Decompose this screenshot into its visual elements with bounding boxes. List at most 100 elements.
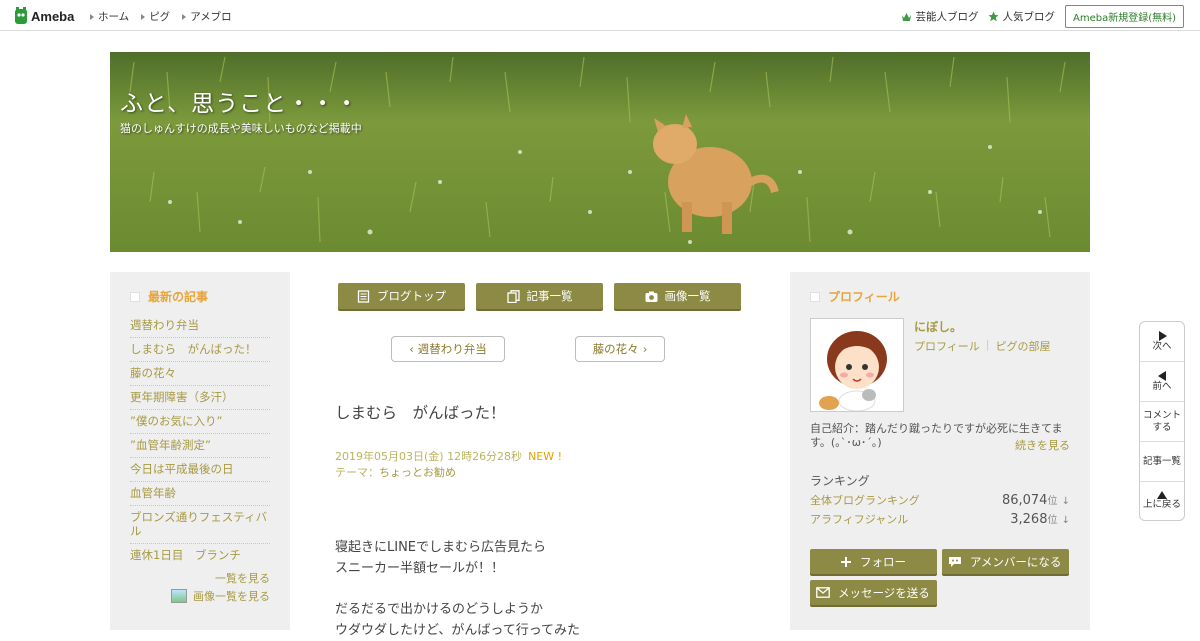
top-right-links: 芸能人ブログ 人気ブログ Ameba新規登録(無料) (901, 5, 1184, 28)
header-banner-image[interactable] (110, 52, 1090, 252)
list-item[interactable]: 更年期障害（多汗） (130, 386, 270, 410)
profile-name[interactable]: にぼし。 (914, 318, 962, 335)
pigg-room-link[interactable]: ピグの部屋 (996, 338, 1051, 354)
entry-date-text: 2019年05月03日(金) 12時26分28秒 (335, 450, 522, 463)
image-list-button[interactable]: 画像一覧 (614, 283, 741, 309)
logo-text: Ameba (31, 9, 74, 24)
body-line: スニーカー半額セールが！！ (335, 559, 580, 580)
top-nav: ホーム ピグ アメブロ (90, 9, 232, 24)
become-member-button[interactable]: アメンバーになる (942, 549, 1069, 574)
read-more-link[interactable]: 続きを見る (1015, 437, 1070, 453)
prev-article-link[interactable]: ‹ 週替わり弁当 (391, 336, 505, 362)
entry-title[interactable]: しまむら がんばった！ (335, 401, 506, 423)
float-next-label: 次へ (1152, 341, 1171, 353)
float-back-to-top-button[interactable]: 上に戻る (1140, 482, 1184, 520)
entry-theme: テーマ：ちょっとお勧め (335, 464, 456, 480)
recent-heading-text: 最新の記事 (148, 288, 208, 305)
body-line: 寝起きにLINEでしまむら広告見たら (335, 538, 580, 559)
image-list-label: 画像一覧 (665, 288, 711, 304)
blog-title[interactable]: ふと、思うこと・・・ (120, 84, 359, 118)
ranking-row-genre: アラフィフジャンル 3,268位 ↓ (810, 511, 1070, 527)
entry-body: 寝起きにLINEでしまむら広告見たら スニーカー半額セールが！！ だるだるで出か… (335, 538, 580, 641)
float-next-button[interactable]: 次へ (1140, 322, 1184, 362)
crown-icon (901, 12, 912, 22)
celebrity-blog-link[interactable]: 芸能人ブログ (901, 9, 978, 24)
float-article-list-label: 記事一覧 (1143, 456, 1181, 468)
next-article-link[interactable]: 藤の花々 › (575, 336, 665, 362)
ameba-logo[interactable]: Ameba (14, 7, 74, 25)
image-icon (171, 589, 187, 603)
list-item[interactable]: しまむら がんばった！ (130, 338, 270, 362)
new-badge: NEW ! (528, 450, 562, 463)
list-item[interactable]: 今日は平成最後の日 (130, 458, 270, 482)
avatar-illustration (811, 319, 903, 411)
body-line: ウダウダしたけど、がんばって行ってみた (335, 621, 580, 641)
chevron-right-icon: › (643, 342, 648, 356)
nav-ameblo[interactable]: アメブロ (182, 9, 231, 24)
profile-box: プロフィール にぼし。 プロフィール | ピグの部屋 自己紹介：踏んだり蹴ったり… (790, 272, 1090, 630)
list-item[interactable]: 連休1日目 ブランチ (130, 544, 270, 567)
theme-link[interactable]: ちょっとお勧め (379, 466, 456, 479)
ranking-number: 86,074 (1002, 493, 1048, 508)
envelope-icon (816, 587, 830, 598)
nav-home-label: ホーム (98, 9, 129, 24)
avatar[interactable] (810, 318, 904, 412)
nav-home[interactable]: ホーム (90, 9, 129, 24)
profile-heading: プロフィール (810, 288, 900, 305)
recent-articles-heading: 最新の記事 (130, 288, 208, 305)
list-item[interactable]: 血管年齢 (130, 482, 270, 506)
see-images-label: 画像一覧を見る (193, 588, 270, 604)
square-bullet-icon (810, 292, 820, 302)
become-member-label: アメンバーになる (970, 554, 1061, 570)
article-list-button[interactable]: 記事一覧 (476, 283, 603, 309)
next-article-label: 藤の花々 (593, 341, 639, 357)
recent-more-links: 一覧を見る 画像一覧を見る (171, 570, 270, 606)
grass-cat-photo (110, 52, 1090, 252)
ranking-heading: ランキング (810, 472, 870, 489)
see-all-link[interactable]: 一覧を見る (171, 570, 270, 586)
profile-link[interactable]: プロフィール (914, 338, 980, 354)
prev-article-label: 週替わり弁当 (418, 341, 487, 357)
blog-top-label: ブログトップ (377, 288, 446, 304)
chat-bubble-icon (948, 556, 962, 568)
blog-nav-buttons: ブログトップ 記事一覧 画像一覧 (338, 283, 741, 309)
see-all-label: 一覧を見る (215, 570, 270, 586)
float-comment-button[interactable]: コメントする (1140, 402, 1184, 442)
floating-nav: 次へ 前へ コメントする 記事一覧 上に戻る (1139, 321, 1185, 521)
float-prev-button[interactable]: 前へ (1140, 362, 1184, 402)
nav-pigg[interactable]: ピグ (141, 9, 170, 24)
celebrity-blog-label: 芸能人ブログ (915, 9, 978, 24)
send-message-button[interactable]: メッセージを送る (810, 580, 937, 605)
body-line: だるだるで出かけるのどうしようか (335, 600, 580, 621)
list-item[interactable]: ブロンズ通りフェスティバル (130, 506, 270, 544)
ameba-logo-icon (14, 7, 28, 25)
float-comment-label: コメントする (1143, 410, 1181, 434)
caret-right-icon (182, 14, 186, 20)
play-right-icon (1158, 331, 1167, 341)
camera-icon (645, 290, 658, 303)
recent-articles-list: 週替わり弁当 しまむら がんばった！ 藤の花々 更年期障害（多汗） ”僕のお気に… (130, 314, 270, 567)
ranking-label[interactable]: 全体ブログランキング (810, 492, 920, 508)
plus-icon (840, 556, 852, 568)
follow-button[interactable]: フォロー (810, 549, 937, 574)
register-button[interactable]: Ameba新規登録(無料) (1065, 5, 1184, 28)
popular-blog-link[interactable]: 人気ブログ (988, 9, 1055, 24)
list-item[interactable]: ”血管年齢測定” (130, 434, 270, 458)
down-arrow-icon: ↓ (1062, 496, 1070, 507)
link-divider: | (986, 338, 990, 354)
ranking-unit: 位 (1047, 496, 1057, 507)
triangle-up-icon (1157, 491, 1167, 499)
see-images-link[interactable]: 画像一覧を見る (171, 588, 270, 604)
article-list-label: 記事一覧 (527, 288, 573, 304)
float-article-list-button[interactable]: 記事一覧 (1140, 442, 1184, 482)
list-item[interactable]: 藤の花々 (130, 362, 270, 386)
list-item[interactable]: 週替わり弁当 (130, 314, 270, 338)
recent-articles-box: 最新の記事 週替わり弁当 しまむら がんばった！ 藤の花々 更年期障害（多汗） … (110, 272, 290, 630)
nav-pigg-label: ピグ (149, 9, 170, 24)
profile-heading-text: プロフィール (828, 288, 900, 305)
blog-top-button[interactable]: ブログトップ (338, 283, 465, 309)
list-item[interactable]: ”僕のお気に入り” (130, 410, 270, 434)
ranking-label[interactable]: アラフィフジャンル (810, 511, 908, 527)
caret-right-icon (141, 14, 145, 20)
star-icon (988, 11, 999, 22)
